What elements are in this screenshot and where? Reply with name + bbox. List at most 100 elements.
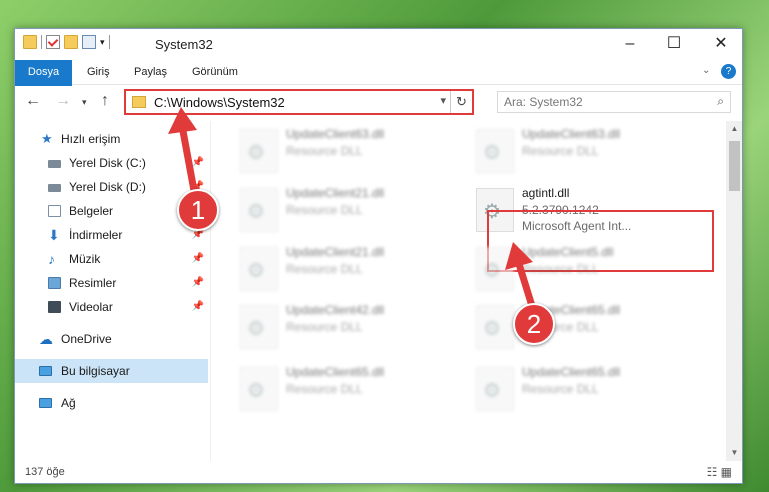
refresh-icon[interactable]: ↻ bbox=[450, 91, 472, 113]
file-name: UpdateClient65.dll bbox=[522, 365, 621, 379]
search-input[interactable]: Ara: System32 bbox=[504, 95, 583, 109]
address-path[interactable]: C:\Windows\System32 bbox=[154, 95, 285, 110]
separator bbox=[41, 35, 42, 49]
new-folder-icon[interactable] bbox=[64, 35, 78, 49]
scroll-up-icon[interactable]: ▲ bbox=[726, 121, 742, 137]
file-name: UpdateClient63.dll bbox=[522, 127, 621, 141]
navigation-bar: ← → ▾ ↑ C:\Windows\System32 ▾ ↻ Ara: Sys… bbox=[15, 86, 742, 119]
step-badge-1: 1 bbox=[177, 189, 219, 231]
drive-icon bbox=[48, 184, 61, 192]
file-type: Resource DLL bbox=[522, 144, 599, 158]
sidebar-item-label: Bu bilgisayar bbox=[61, 364, 130, 378]
file-name: UpdateClient42.dll bbox=[286, 303, 385, 317]
list-item[interactable]: UpdateClient65.dll Resource DLL bbox=[476, 361, 696, 415]
dll-file-icon bbox=[476, 247, 514, 291]
file-type: Resource DLL bbox=[286, 320, 363, 334]
title-bar: ▾ System32 – ☐ ✕ bbox=[15, 29, 742, 60]
file-type: Resource DLL bbox=[286, 144, 363, 158]
sidebar-item-label: Hızlı erişim bbox=[61, 132, 121, 146]
cloud-icon: ☁ bbox=[39, 331, 53, 347]
file-type: Resource DLL bbox=[286, 262, 363, 276]
tab-share[interactable]: Paylaş bbox=[122, 60, 179, 85]
list-item[interactable]: UpdateClient42.dll Resource DLL bbox=[240, 299, 460, 353]
file-name: UpdateClient5.dll bbox=[522, 245, 614, 259]
tab-view[interactable]: Görünüm bbox=[180, 60, 250, 85]
folder-icon[interactable] bbox=[23, 35, 37, 49]
pin-icon[interactable]: 📌 bbox=[192, 271, 204, 295]
pictures-icon bbox=[48, 277, 61, 289]
file-type: Resource DLL bbox=[286, 203, 363, 217]
chevron-down-icon[interactable]: ▾ bbox=[100, 37, 105, 48]
drive-icon bbox=[48, 160, 61, 168]
scrollbar-thumb[interactable] bbox=[729, 141, 740, 191]
download-icon: ⬇ bbox=[48, 227, 60, 243]
file-type: Resource DLL bbox=[522, 262, 599, 276]
recent-locations-icon[interactable]: ▾ bbox=[82, 97, 87, 108]
navigation-pane: ★ Hızlı erişim Yerel Disk (C:) 📌 Yerel D… bbox=[15, 121, 211, 461]
sidebar-item-this-pc[interactable]: Bu bilgisayar bbox=[15, 359, 208, 383]
list-item[interactable]: UpdateClient5.dll Resource DLL bbox=[476, 241, 696, 295]
list-item[interactable]: UpdateClient21.dll Resource DLL bbox=[240, 182, 460, 236]
up-arrow-icon[interactable]: ↑ bbox=[101, 92, 109, 110]
back-arrow-icon[interactable]: ← bbox=[25, 92, 41, 110]
computer-icon bbox=[39, 366, 52, 376]
view-toggle-icons[interactable]: ☷ ▦ bbox=[707, 465, 732, 479]
sidebar-item-label: Yerel Disk (C:) bbox=[69, 156, 146, 170]
sidebar-item-network[interactable]: Ağ bbox=[15, 391, 208, 415]
close-button[interactable]: ✕ bbox=[698, 29, 742, 59]
minimize-button[interactable]: – bbox=[607, 29, 653, 59]
pin-icon[interactable]: 📌 bbox=[192, 151, 204, 175]
address-bar[interactable]: C:\Windows\System32 ▾ ↻ bbox=[124, 89, 474, 115]
network-icon bbox=[39, 398, 52, 408]
dll-file-icon bbox=[240, 367, 278, 411]
sidebar-item-label: Ağ bbox=[61, 396, 76, 410]
dll-file-icon bbox=[240, 188, 278, 232]
sidebar-item-local-disk-d[interactable]: Yerel Disk (D:) 📌 bbox=[15, 175, 208, 199]
ribbon-tabs: Dosya Giriş Paylaş Görünüm ⌄ ? bbox=[15, 60, 742, 114]
pin-icon[interactable]: 📌 bbox=[192, 295, 204, 319]
search-icon[interactable]: ⌕ bbox=[717, 94, 724, 109]
file-name: UpdateClient21.dll bbox=[286, 245, 385, 259]
star-icon: ★ bbox=[41, 131, 53, 146]
forward-arrow-icon[interactable]: → bbox=[55, 92, 71, 110]
help-icon[interactable]: ? bbox=[721, 64, 736, 79]
file-name: agtintl.dll bbox=[522, 186, 570, 200]
tab-home[interactable]: Giriş bbox=[75, 60, 122, 85]
list-item[interactable]: UpdateClient21.dll Resource DLL bbox=[240, 241, 460, 295]
sidebar-item-label: Yerel Disk (D:) bbox=[69, 180, 146, 194]
video-icon bbox=[48, 301, 61, 313]
sidebar-item-music[interactable]: ♪ Müzik 📌 bbox=[15, 247, 208, 271]
expand-ribbon-icon[interactable]: ⌄ bbox=[702, 65, 710, 76]
sidebar-item-videos[interactable]: Videolar 📌 bbox=[15, 295, 208, 319]
search-box[interactable]: Ara: System32 ⌕ bbox=[497, 91, 731, 113]
dll-file-icon bbox=[476, 129, 514, 173]
quick-access-toolbar: ▾ bbox=[23, 35, 110, 49]
sidebar-item-quick-access[interactable]: ★ Hızlı erişim bbox=[15, 127, 208, 151]
list-item[interactable]: UpdateClient65.dll Resource DLL bbox=[476, 299, 696, 353]
explorer-window: ▾ System32 – ☐ ✕ Dosya Giriş Paylaş Görü… bbox=[14, 28, 743, 484]
file-name: UpdateClient21.dll bbox=[286, 186, 385, 200]
customize-qat-icon[interactable] bbox=[82, 35, 96, 49]
vertical-scrollbar[interactable]: ▲ ▼ bbox=[726, 121, 742, 461]
list-item[interactable]: UpdateClient65.dll Resource DLL bbox=[240, 361, 460, 415]
folder-icon bbox=[132, 96, 146, 108]
sidebar-item-label: Videolar bbox=[69, 300, 113, 314]
sidebar-item-local-disk-c[interactable]: Yerel Disk (C:) 📌 bbox=[15, 151, 208, 175]
sidebar-item-label: Belgeler bbox=[69, 204, 114, 218]
sidebar-item-label: İndirmeler bbox=[69, 228, 123, 242]
file-type: Resource DLL bbox=[286, 382, 363, 396]
file-type: Resource DLL bbox=[522, 382, 599, 396]
sidebar-item-pictures[interactable]: Resimler 📌 bbox=[15, 271, 208, 295]
list-item[interactable]: UpdateClient63.dll Resource DLL bbox=[476, 123, 696, 177]
maximize-button[interactable]: ☐ bbox=[651, 29, 697, 59]
sidebar-item-downloads[interactable]: ⬇ İndirmeler 📌 bbox=[15, 223, 208, 247]
pin-icon[interactable]: 📌 bbox=[192, 247, 204, 271]
properties-check-icon[interactable] bbox=[46, 35, 60, 49]
status-bar: 137 öğe ☷ ▦ bbox=[15, 461, 742, 483]
sidebar-item-label: OneDrive bbox=[61, 332, 112, 346]
sidebar-item-onedrive[interactable]: ☁ OneDrive bbox=[15, 327, 208, 351]
separator bbox=[108, 35, 110, 49]
chevron-down-icon[interactable]: ▾ bbox=[440, 94, 446, 107]
list-item[interactable]: UpdateClient63.dll Resource DLL bbox=[240, 123, 460, 177]
scroll-down-icon[interactable]: ▼ bbox=[726, 445, 742, 461]
